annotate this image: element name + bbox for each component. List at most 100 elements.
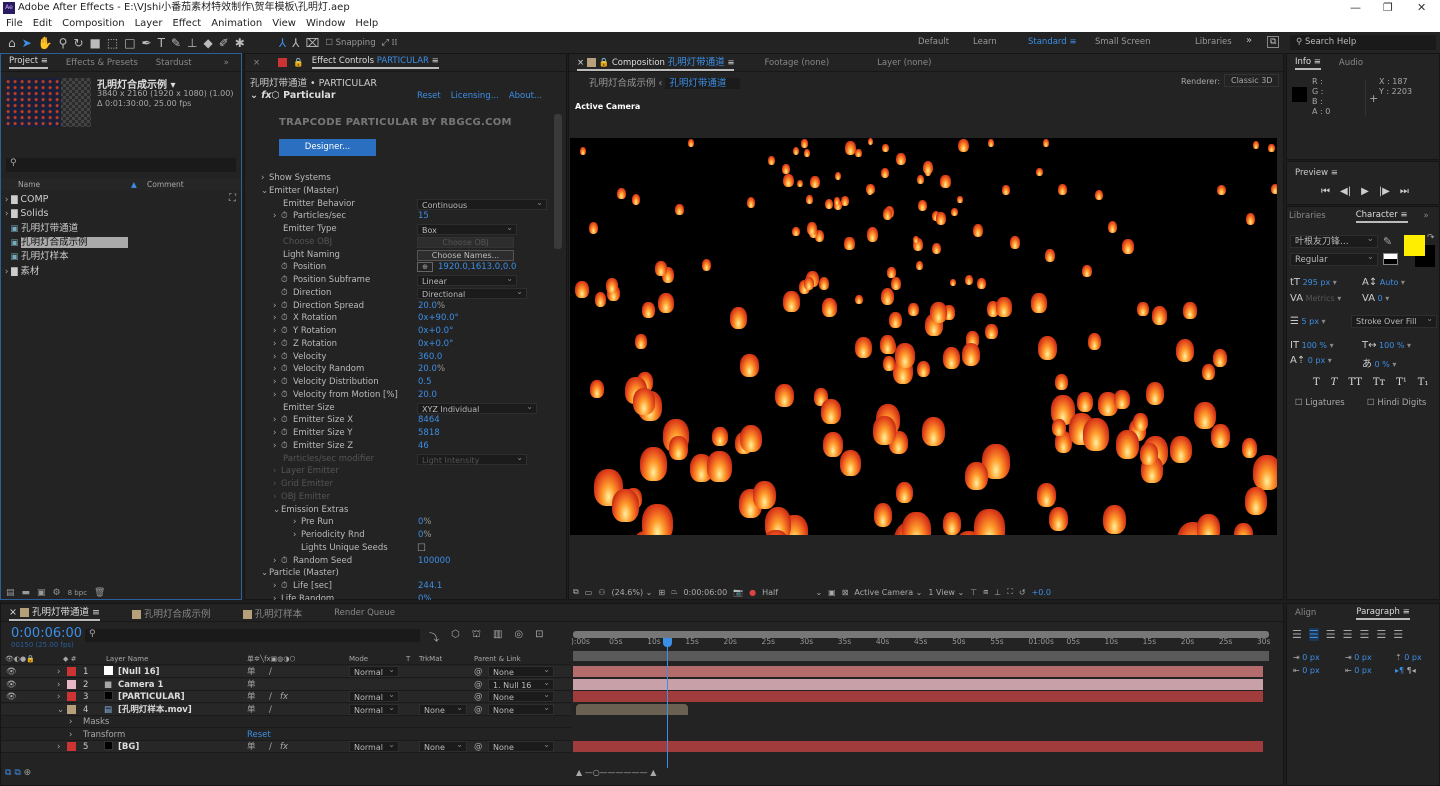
twirl-closed-icon[interactable]: › <box>273 312 276 325</box>
twirl-closed-icon[interactable]: › <box>273 555 276 568</box>
layer-duration-bar[interactable] <box>576 703 688 715</box>
layer-name[interactable]: [PARTICULAR] <box>118 691 185 703</box>
pick-whip-icon[interactable]: @ <box>474 741 483 753</box>
timeline-icon[interactable]: ⊥ <box>994 588 1001 597</box>
twirl-closed-icon[interactable]: › <box>273 593 276 600</box>
hindi-digits-checkbox[interactable]: ☐ Hindi Digits <box>1367 398 1426 408</box>
pan-behind-icon[interactable]: ⬚ <box>107 36 118 50</box>
timeline-navigator[interactable] <box>573 651 1269 661</box>
stopwatch-icon[interactable]: ⏱ <box>281 287 288 300</box>
camera-dropdown[interactable]: Active Camera ⌄ <box>854 588 922 597</box>
text-style-2[interactable]: TT <box>1348 377 1362 388</box>
new-comp-icon[interactable]: ▣ <box>37 586 46 600</box>
workspace-learn[interactable]: Learn <box>973 37 1028 47</box>
bpc-button[interactable]: 8 bpc <box>68 586 87 600</box>
baseline-field[interactable]: A⇡ 0 px ▾ <box>1290 355 1332 366</box>
search-help-input[interactable]: ⚲ Search Help <box>1290 35 1436 50</box>
tab-composition[interactable]: × 🔒 Composition 孔明灯带通道 ≡ <box>577 54 735 71</box>
playhead[interactable] <box>662 638 672 768</box>
draft-3d-icon[interactable]: ⬡ <box>451 629 460 644</box>
toggle-switches-icon[interactable]: ⧉ <box>5 768 11 778</box>
project-item[interactable]: ▣ 孔明灯合成示例 <box>1 236 229 249</box>
more-workspaces-icon[interactable]: » <box>1246 35 1252 46</box>
twirl-closed-icon[interactable]: › <box>57 741 60 753</box>
property-value[interactable]: 0% <box>418 593 432 600</box>
world-axis-icon[interactable]: ⅄ <box>292 36 299 50</box>
stopwatch-icon[interactable]: ⏱ <box>281 210 288 223</box>
name-column-header[interactable]: Name <box>18 179 40 190</box>
twirl-icon[interactable]: › <box>5 209 8 219</box>
text-style-1[interactable]: T <box>1331 377 1338 388</box>
label-color[interactable] <box>67 679 76 689</box>
sort-arrow-icon[interactable]: ▲ <box>131 179 137 190</box>
pick-whip-icon[interactable]: @ <box>474 691 483 703</box>
text-style-0[interactable]: T <box>1313 377 1320 388</box>
magnification-dropdown[interactable]: (24.6%) ⌄ <box>611 588 652 597</box>
property-value[interactable]: 0% <box>418 529 432 542</box>
text-style-4[interactable]: T¹ <box>1396 377 1407 388</box>
timeline-tab[interactable]: Render Queue <box>334 608 395 618</box>
stopwatch-icon[interactable]: ⏱ <box>281 389 288 402</box>
twirl-open-icon[interactable]: ⌄ <box>261 185 268 198</box>
pick-whip-icon[interactable]: @ <box>474 666 483 678</box>
fill-color-swatch[interactable] <box>1404 235 1425 256</box>
first-line-indent-field[interactable]: ⇥ 0 px <box>1345 651 1372 664</box>
effect-name[interactable]: ⌄ fx⬡ Particular <box>250 90 336 101</box>
property-value[interactable]: 100000 <box>418 555 450 568</box>
composition-viewer[interactable] <box>570 138 1277 535</box>
visibility-eye-icon[interactable]: 👁 <box>6 679 17 691</box>
stopwatch-icon[interactable]: ⏱ <box>281 312 288 325</box>
label-color[interactable] <box>67 692 76 701</box>
lock-icon[interactable]: 🔒 <box>293 58 304 68</box>
property-value[interactable]: 8464 <box>418 414 440 427</box>
twirl-icon[interactable]: › <box>5 267 8 277</box>
indent-right-field[interactable]: ⇤ 0 px <box>1293 664 1320 677</box>
visibility-eye-icon[interactable]: 👁 <box>6 666 17 678</box>
property-value[interactable]: 0x+0.0° <box>418 338 453 351</box>
pick-whip-icon[interactable]: @ <box>474 679 483 691</box>
menu-layer[interactable]: Layer <box>135 16 163 32</box>
last-frame-icon[interactable]: ⏭ <box>1400 186 1409 197</box>
local-axis-icon[interactable]: ⅄ <box>279 36 286 50</box>
parent-dropdown[interactable]: 1. Null 16 <box>488 677 554 690</box>
trkmat-dropdown[interactable]: None <box>419 739 467 752</box>
designer-button[interactable]: Designer... <box>279 139 376 156</box>
twirl-closed-icon[interactable]: › <box>273 351 276 364</box>
comment-column-header[interactable]: Comment <box>147 179 184 190</box>
parent-dropdown[interactable]: None <box>488 664 554 677</box>
trkmat-dropdown[interactable]: None <box>419 702 467 715</box>
twirl-closed-icon[interactable]: › <box>273 210 276 223</box>
property-value[interactable]: 0x+0.0° <box>418 325 453 338</box>
sync-settings-icon[interactable]: ⧉ <box>1267 36 1280 48</box>
trash-icon[interactable]: 🗑 <box>94 586 105 600</box>
shy-switch-icon[interactable]: 单 <box>247 691 256 703</box>
timeline-tab[interactable]: × 孔明灯带通道 ≡ <box>9 604 101 621</box>
tab-effects-presets[interactable]: Effects & Presets <box>66 58 138 68</box>
adjust-settings-icon[interactable]: ⚙ <box>53 586 61 600</box>
resolution-dropdown[interactable]: Half ⌄ <box>762 588 822 597</box>
close-button[interactable]: ✕ <box>1417 0 1426 16</box>
property-value[interactable]: 15 <box>418 210 429 223</box>
type-tool-icon[interactable]: T <box>158 36 165 50</box>
blend-mode-dropdown[interactable]: Normal <box>349 664 399 677</box>
workspace-default[interactable]: Default <box>918 37 973 47</box>
stopwatch-icon[interactable]: ⏱ <box>281 300 288 313</box>
twirl-closed-icon[interactable]: › <box>273 465 276 478</box>
hand-tool-icon[interactable]: ✋ <box>38 36 53 50</box>
twirl-closed-icon[interactable]: › <box>273 491 276 504</box>
lights-unique-seeds-checkbox[interactable]: ☐ <box>417 542 426 555</box>
property-value[interactable]: 20.0% <box>418 363 445 376</box>
workspace-small-screen[interactable]: Small Screen <box>1095 37 1195 47</box>
justify-left-icon[interactable]: ☰ <box>1343 628 1353 641</box>
shy-switch-icon[interactable]: 单 <box>247 679 256 691</box>
twirl-closed-icon[interactable]: › <box>57 691 60 703</box>
tab-layer[interactable]: Layer (none) <box>877 58 931 68</box>
renderer-button[interactable]: Classic 3D <box>1224 74 1280 87</box>
timeline-tab[interactable]: 孔明灯合成示例 <box>132 606 211 620</box>
property-value[interactable]: 0.5 <box>418 376 432 389</box>
transform-reset-link[interactable]: Reset <box>247 729 271 741</box>
property-value[interactable]: 5818 <box>418 427 440 440</box>
project-search-input[interactable]: ⚲ <box>6 158 236 172</box>
twirl-closed-icon[interactable]: › <box>273 427 276 440</box>
layer-property-group[interactable]: › Transform Reset <box>1 728 571 741</box>
